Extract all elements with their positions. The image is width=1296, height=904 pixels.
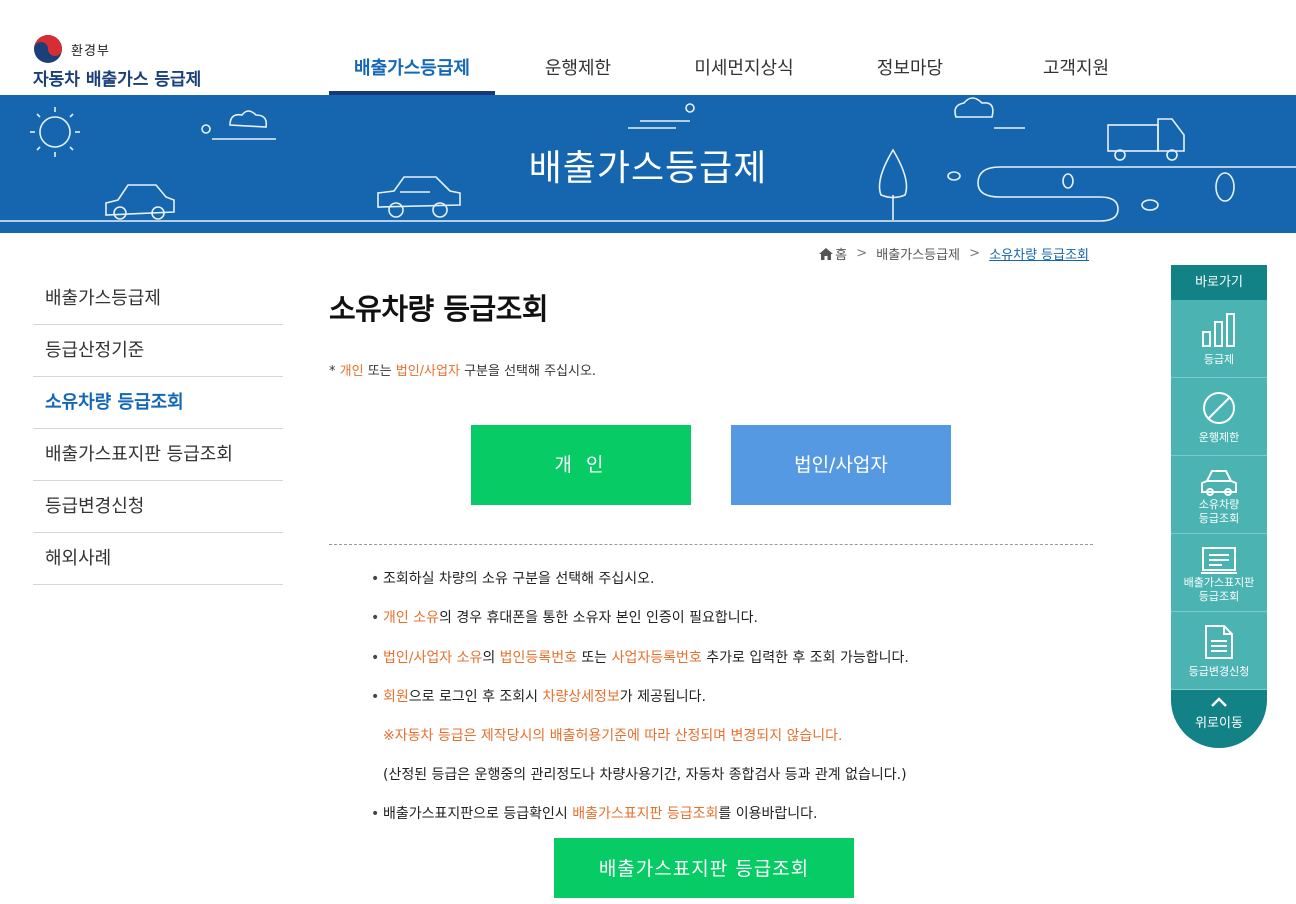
info-highlight: 개인 소유 [383,610,439,626]
info-highlight: 회원 [383,689,409,705]
taegeuk-emblem-icon [34,35,62,63]
bar-chart-icon [1202,313,1235,347]
quick-menu: 바로가기 등급제 운행제한 소유차량 등급조회 배출가스표지판 등급조회 등급변… [1171,265,1267,749]
breadcrumb-current[interactable]: 소유차량 등급조회 [989,248,1089,263]
gnb-emission-grade[interactable]: 배출가스등급제 [329,0,495,95]
quick-item-label: 배출가스표지판 등급조회 [1183,576,1255,603]
list-item: • 배출가스표지판으로 등급확인시 배출가스표지판 등급조회를 이용바랍니다. [371,806,818,822]
chevron-right-icon: > [969,246,981,261]
site-title: 자동차 배출가스 등급제 [33,70,202,90]
list-item: • 개인 소유의 경우 휴대폰을 통한 소유자 본인 인증이 필요합니다. [371,610,758,626]
sign-grade-lookup-button[interactable]: 배출가스표지판 등급조회 [554,838,854,898]
quick-item-my-vehicle[interactable]: 소유차량 등급조회 [1171,456,1267,534]
document-icon [1205,625,1233,659]
quick-item-grade-change[interactable]: 등급변경신청 [1171,612,1267,690]
lnb-item-sign-grade[interactable]: 배출가스표지판 등급조회 [33,429,283,481]
corporate-button[interactable]: 법인/사업자 [731,425,951,505]
gnb-fine-dust[interactable]: 미세먼지상식 [661,0,827,95]
personal-button[interactable]: 개 인 [471,425,691,505]
info-highlight: 법인등록번호 [499,650,577,666]
site-header: 환경부 자동차 배출가스 등급제 배출가스등급제 운행제한 미세먼지상식 정보마… [0,0,1296,95]
info-text: 가 제공됩니다. [619,689,706,705]
banner-title: 배출가스등급제 [528,148,768,189]
info-text: 배출가스표지판으로 등급확인시 [383,806,573,822]
home-icon[interactable] [819,247,834,260]
quick-item-sign-grade[interactable]: 배출가스표지판 등급조회 [1171,534,1267,612]
breadcrumb-section[interactable]: 배출가스등급제 [876,248,960,263]
breadcrumb: 홈 > 배출가스등급제 > 소유차량 등급조회 [819,244,1089,263]
ministry-name: 환경부 [71,44,110,59]
quick-item-label: 등급제 [1203,353,1235,366]
notice-or: 또는 [363,364,396,379]
notice-prefix: * [329,364,340,379]
info-text: 또는 [576,650,612,666]
info-text: 조회하실 차량의 소유 구분을 선택해 주십시오. [383,571,655,587]
notice-personal: 개인 [339,364,364,379]
page-banner: 배출가스등급제 [0,95,1296,233]
chevron-up-icon [1211,697,1227,707]
select-notice: * 개인 또는 법인/사업자 구분을 선택해 주십시오. [329,360,596,379]
list-item: • 법인/사업자 소유의 법인등록번호 또는 사업자등록번호 추가로 입력한 후 … [371,650,909,666]
quick-item-label: 소유차량 등급조회 [1198,498,1240,525]
quick-item-grade-system[interactable]: 등급제 [1171,300,1267,378]
chevron-right-icon: > [856,246,868,261]
quick-item-label: 운행제한 [1198,431,1240,444]
divider [329,544,1093,545]
list-item: • 회원으로 로그인 후 조회시 차량상세정보가 제공됩니다. [371,689,706,705]
quick-menu-title: 바로가기 [1171,265,1267,300]
info-highlight: 차량상세정보 [542,689,620,705]
notice-suffix: 구분을 선택해 주십시오. [459,364,597,379]
lnb-item-my-vehicle-grade[interactable]: 소유차량 등급조회 [33,377,283,429]
quick-item-label: 등급변경신청 [1188,665,1250,678]
list-item: • 조회하실 차량의 소유 구분을 선택해 주십시오. [371,571,655,587]
notice-corp: 법인/사업자 [395,364,460,379]
prohibited-icon [1203,392,1235,424]
lnb-item-grade-criteria[interactable]: 등급산정기준 [33,325,283,377]
grade-note-detail: (산정된 등급은 운행중의 관리정도나 차량사용기간, 자동차 종합검사 등과 … [383,767,907,783]
lnb-item-emission-grade[interactable]: 배출가스등급제 [33,273,283,325]
info-highlight: 배출가스표지판 등급조회 [572,806,719,822]
info-text: 추가로 입력한 후 조회 가능합니다. [701,650,909,666]
grade-note: ※자동차 등급은 제작당시의 배출허용기준에 따라 산정되며 변경되지 않습니다… [383,728,843,744]
gnb-info[interactable]: 정보마당 [827,0,993,95]
quick-item-restriction[interactable]: 운행제한 [1171,378,1267,456]
sign-board-icon [1201,547,1237,574]
lnb-item-grade-change[interactable]: 등급변경신청 [33,481,283,533]
info-text: 를 이용바랍니다. [718,806,818,822]
scroll-top-label: 위로이동 [1195,716,1243,731]
info-text: 의 경우 휴대폰을 통한 소유자 본인 인증이 필요합니다. [438,610,758,626]
lnb-item-overseas-cases[interactable]: 해외사례 [33,533,283,585]
gnb-support[interactable]: 고객지원 [993,0,1159,95]
side-navigation: 배출가스등급제 등급산정기준 소유차량 등급조회 배출가스표지판 등급조회 등급… [33,273,283,585]
scroll-top-button[interactable]: 위로이동 [1171,690,1267,748]
car-icon [1201,470,1237,496]
page-title: 소유차량 등급조회 [329,292,549,326]
site-logo[interactable]: 환경부 자동차 배출가스 등급제 [33,34,233,90]
gnb-driving-restriction[interactable]: 운행제한 [495,0,661,95]
info-highlight: 사업자등록번호 [611,650,702,666]
info-highlight: 법인/사업자 소유 [383,650,483,666]
breadcrumb-home[interactable]: 홈 [835,248,847,263]
info-text: 으로 로그인 후 조회시 [408,689,543,705]
info-text: 의 [482,650,500,666]
